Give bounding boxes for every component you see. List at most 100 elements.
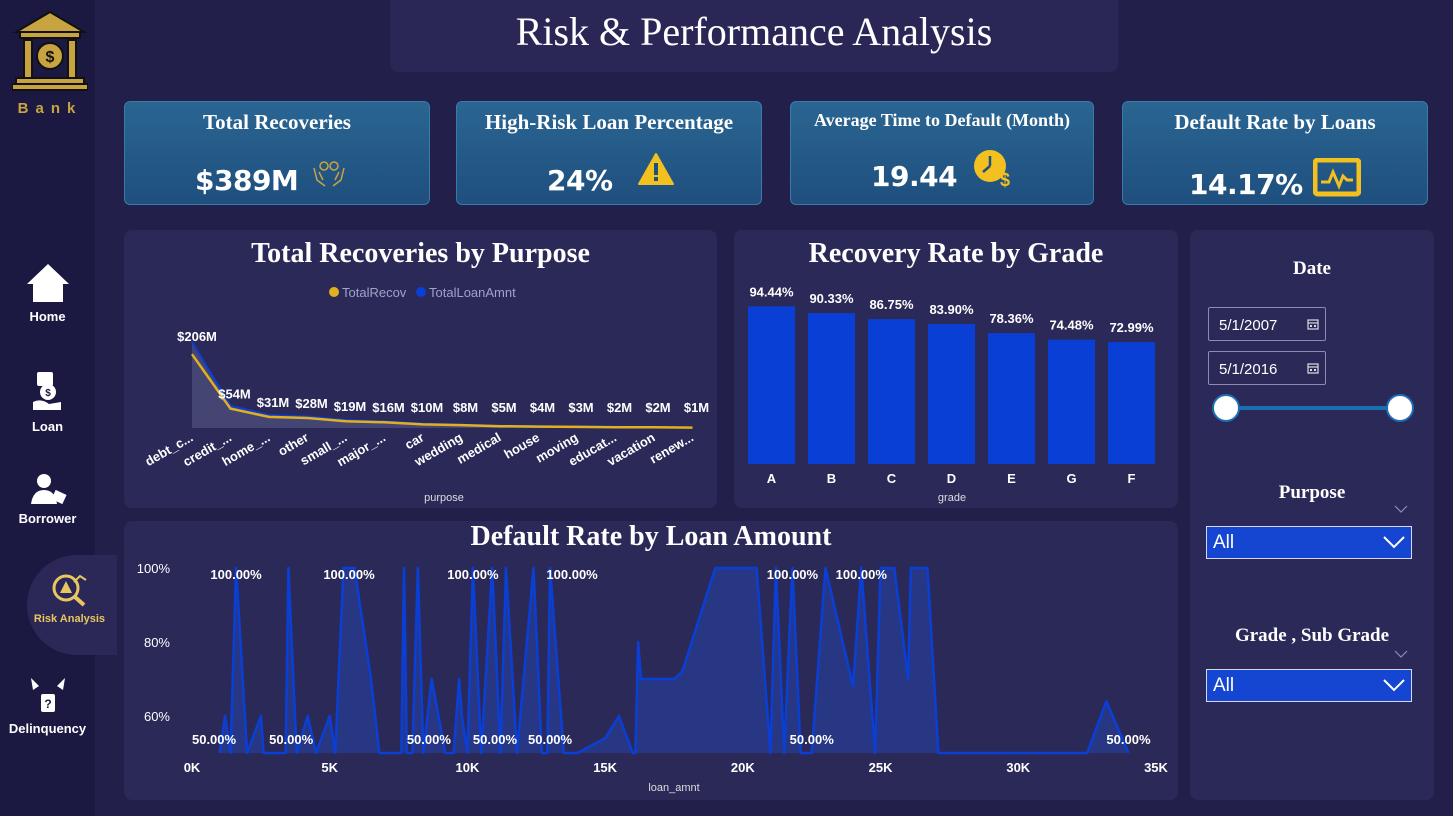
date-start-input[interactable]: 5/1/2007 [1208,307,1326,341]
data-label: $4M [530,400,555,415]
slider-handle-start[interactable] [1212,394,1240,422]
data-label: $19M [334,399,367,414]
nav-item-loan[interactable]: $ Loan [0,370,95,434]
nav-item-risk-analysis-label: Risk Analysis [33,613,106,625]
series-area-default-rate [219,568,1129,753]
x-tick-label: 25K [869,760,893,775]
kpi-title: High-Risk Loan Percentage [484,110,734,134]
chevron-down-icon[interactable] [1383,535,1405,549]
calendar-icon[interactable] [1307,362,1319,374]
data-label: 100.00% [546,567,598,582]
x-tick-label: E [1007,471,1016,486]
kpi-card-default-rate-by-loans: Default Rate by Loans 14.17% [1122,101,1428,205]
data-label: $2M [607,400,632,415]
x-tick-label: 5K [321,760,338,775]
data-label: 78.36% [989,311,1034,326]
delinquency-icon: ? [30,678,65,712]
legend-label: TotalLoanAmnt [429,285,516,300]
data-label: $5M [491,400,516,415]
nav-item-loan-label: Loan [31,419,64,434]
date-end-input[interactable]: 5/1/2016 [1208,351,1326,385]
hands-icon [313,161,345,187]
series-line-totalrecov [190,353,693,429]
x-tick-label: G [1066,471,1076,486]
chevron-down-icon[interactable] [1383,678,1405,692]
svg-text:?: ? [44,697,51,711]
x-tick-label: B [827,471,836,486]
kpi-title: Average Time to Default (Month) [814,110,1070,130]
grade-dropdown-value: All [1213,675,1235,696]
panel-default-rate-by-loan-amount: Default Rate by Loan Amount 60% 80% 100% 0K… [124,521,1178,800]
home-icon [26,264,69,302]
legend-label: TotalRecov [342,285,407,300]
data-label: $1M [684,400,709,415]
risk-analysis-icon [52,574,87,607]
calendar-icon[interactable] [1307,318,1319,330]
data-label: 50.00% [473,732,518,747]
data-label: $16M [372,400,405,415]
slider-handle-end[interactable] [1386,394,1414,422]
filter-panel: Date 5/1/2007 5/1/2016 Purpose All Grade… [1190,230,1434,800]
bar [1048,339,1095,464]
x-tick-label: 0K [184,760,201,775]
kpi-card-total-recoveries: Total Recoveries $389M [124,101,430,205]
bank-logo: $ Bank [11,10,89,117]
data-label: 50.00% [1106,732,1151,747]
chart-legend: TotalRecov TotalLoanAmnt [329,285,516,300]
x-tick-label: A [767,471,777,486]
svg-text:$: $ [46,49,55,66]
warning-icon [638,153,674,185]
kpi-value: $389M [195,164,299,197]
chevron-down-icon [1394,505,1408,513]
x-tick-label: C [887,471,897,486]
panel-recovery-rate-by-grade: Recovery Rate by Grade 94.44% A 90.33% B 86.… [734,230,1178,508]
nav-item-delinquency[interactable]: ? Delinquency [0,676,95,736]
y-tick-label: 100% [137,561,171,576]
legend-marker [416,287,426,297]
x-tick-label: 15K [593,760,617,775]
date-start-value: 5/1/2007 [1219,317,1278,334]
bar [808,313,855,464]
data-label: 50.00% [269,732,314,747]
y-tick-label: 80% [144,635,170,650]
data-label: $10M [411,400,444,415]
x-tick-label: 10K [455,760,479,775]
loan-icon: $ [32,372,61,410]
x-tick-label: 35K [1144,760,1168,775]
bar [1108,342,1155,464]
x-tick-label: 20K [731,760,755,775]
data-label: 94.44% [749,284,794,299]
kpi-value: 24% [547,164,613,197]
purpose-dropdown-value: All [1213,532,1235,553]
data-label: 100.00% [836,567,888,582]
chart-recoveries-by-purpose: TotalRecov TotalLoanAmnt $206M $54M $31M $28M… [142,285,709,504]
clock-dollar-icon: $ [974,150,1010,190]
nav-item-home-label: Home [29,309,66,324]
borrower-icon [30,474,67,505]
nav-item-risk-analysis[interactable]: Risk Analysis [22,572,117,625]
data-label: $206M [177,329,217,344]
data-label: 100.00% [767,567,819,582]
grade-dropdown[interactable]: All [1206,669,1412,702]
data-label: 86.75% [869,297,914,312]
data-label: $3M [568,400,593,415]
data-label: 100.00% [447,567,499,582]
data-label: 72.99% [1109,320,1154,335]
chevron-down-icon [1394,650,1408,658]
grade-filter-label: Grade , Sub Grade [1234,625,1390,646]
kpi-card-average-time-to-default: Average Time to Default (Month) 19.44 $ [790,101,1094,205]
bar [988,333,1035,464]
date-range-slider[interactable] [1210,392,1422,424]
x-axis-label: grade [938,492,966,504]
nav-item-home[interactable]: Home [0,262,95,324]
x-tick-label: renew... [647,430,696,467]
bar [868,319,915,464]
data-label: 74.48% [1049,318,1094,333]
nav-item-borrower[interactable]: Borrower [0,472,95,526]
purpose-dropdown[interactable]: All [1206,526,1412,559]
bar [748,306,795,464]
svg-text:$: $ [45,388,51,399]
data-label: $8M [453,400,478,415]
data-label: 100.00% [210,567,262,582]
data-label: 100.00% [323,567,375,582]
